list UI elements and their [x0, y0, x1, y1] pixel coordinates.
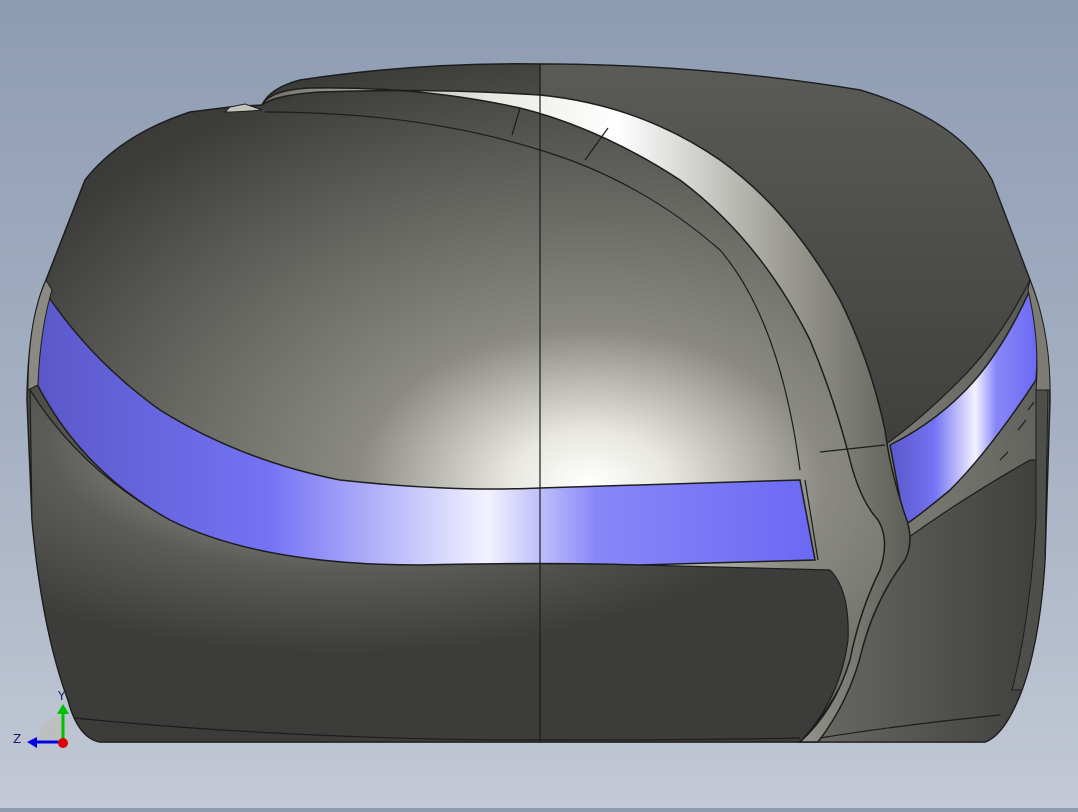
- triad-label-y: Y: [57, 689, 66, 703]
- coordinate-triad: Y Z: [13, 689, 69, 748]
- triad-y-arrowhead: [57, 704, 69, 714]
- triad-label-z: Z: [13, 732, 21, 746]
- triad-z-arrowhead: [27, 737, 37, 748]
- triad-base: [38, 716, 62, 740]
- triad-x-axis-dot: [58, 738, 68, 748]
- graphics-viewport[interactable]: Y Z: [0, 0, 1078, 808]
